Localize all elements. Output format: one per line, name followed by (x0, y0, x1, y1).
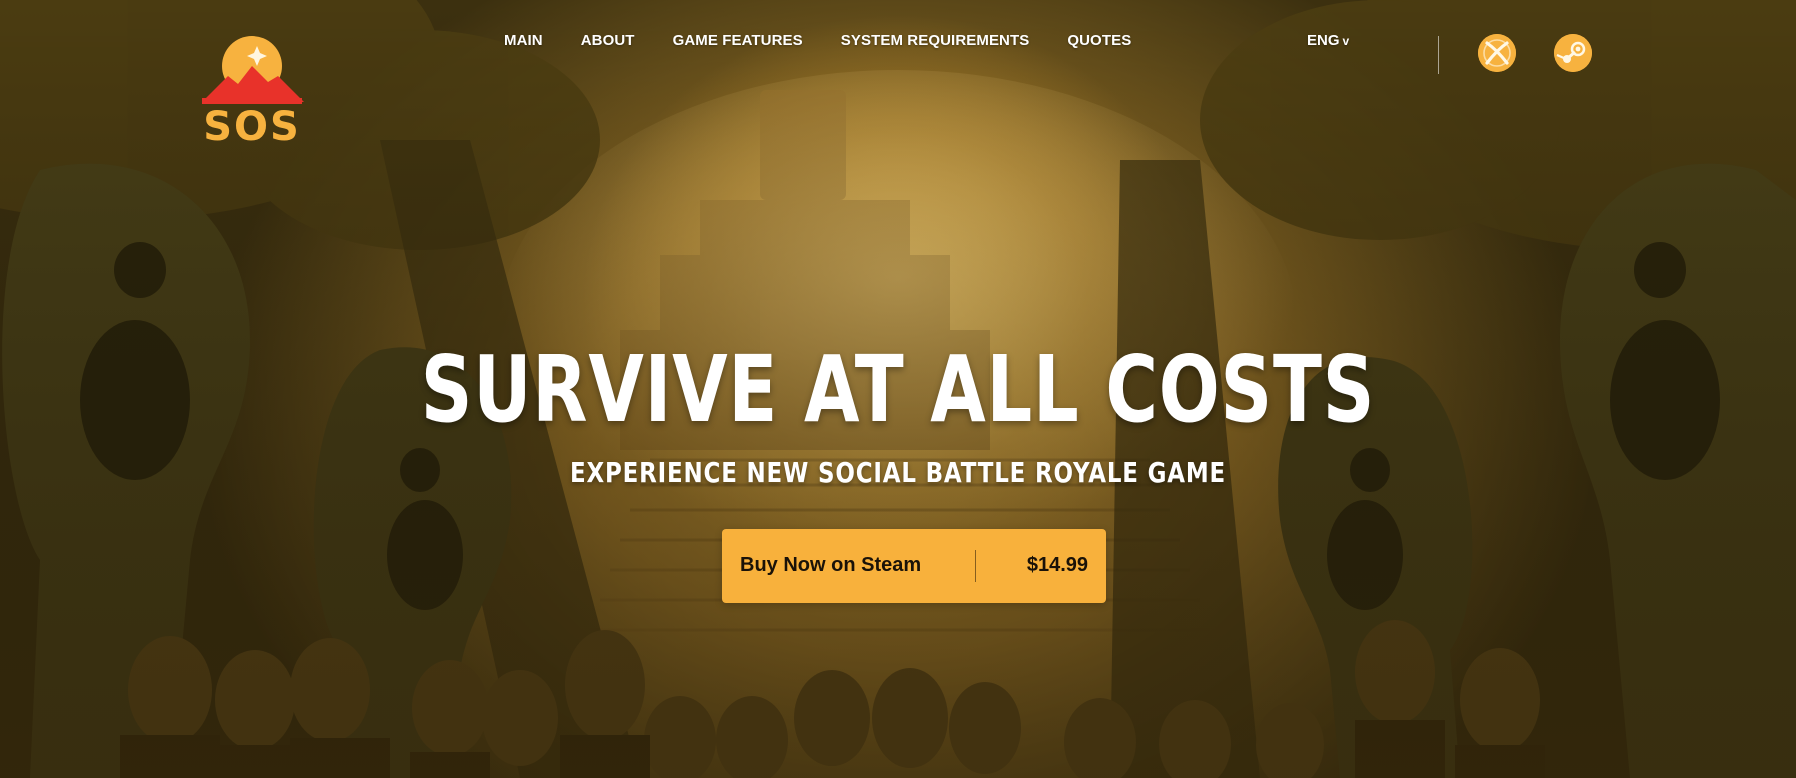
xbox-icon (1478, 34, 1516, 72)
nav-item-quotes[interactable]: QUOTES (1067, 32, 1131, 49)
buy-now-label: Buy Now on Steam (740, 554, 922, 576)
language-label: ENG (1307, 32, 1340, 49)
main-nav: MAIN ABOUT GAME FEATURES SYSTEM REQUIREM… (504, 32, 1169, 49)
nav-item-main[interactable]: MAIN (504, 32, 543, 49)
header-divider (1438, 36, 1439, 74)
nav-item-system-requirements[interactable]: SYSTEM REQUIREMENTS (841, 32, 1030, 49)
steam-button[interactable] (1554, 34, 1592, 72)
nav-item-game-features[interactable]: GAME FEATURES (673, 32, 803, 49)
sos-logo[interactable]: SOS (200, 36, 304, 150)
hero-section: SOS MAIN ABOUT GAME FEATURES SYSTEM REQU… (0, 0, 1796, 778)
steam-icon (1554, 34, 1592, 72)
buy-button-divider (975, 550, 976, 582)
nav-item-about[interactable]: ABOUT (581, 32, 635, 49)
xbox-button[interactable] (1478, 34, 1516, 72)
hero-subheadline: EXPERIENCE NEW SOCIAL BATTLE ROYALE GAME (569, 456, 1227, 489)
sos-logo-mark: SOS (202, 36, 304, 150)
chevron-down-icon: v (1342, 34, 1350, 48)
price-label: $14.99 (1026, 554, 1088, 576)
buy-now-button[interactable]: Buy Now on Steam $14.99 (722, 529, 1106, 603)
logo-wordmark: SOS (203, 104, 301, 144)
hero-headline: SURVIVE AT ALL COSTS (420, 336, 1376, 443)
language-selector[interactable]: ENG v (1307, 32, 1349, 49)
